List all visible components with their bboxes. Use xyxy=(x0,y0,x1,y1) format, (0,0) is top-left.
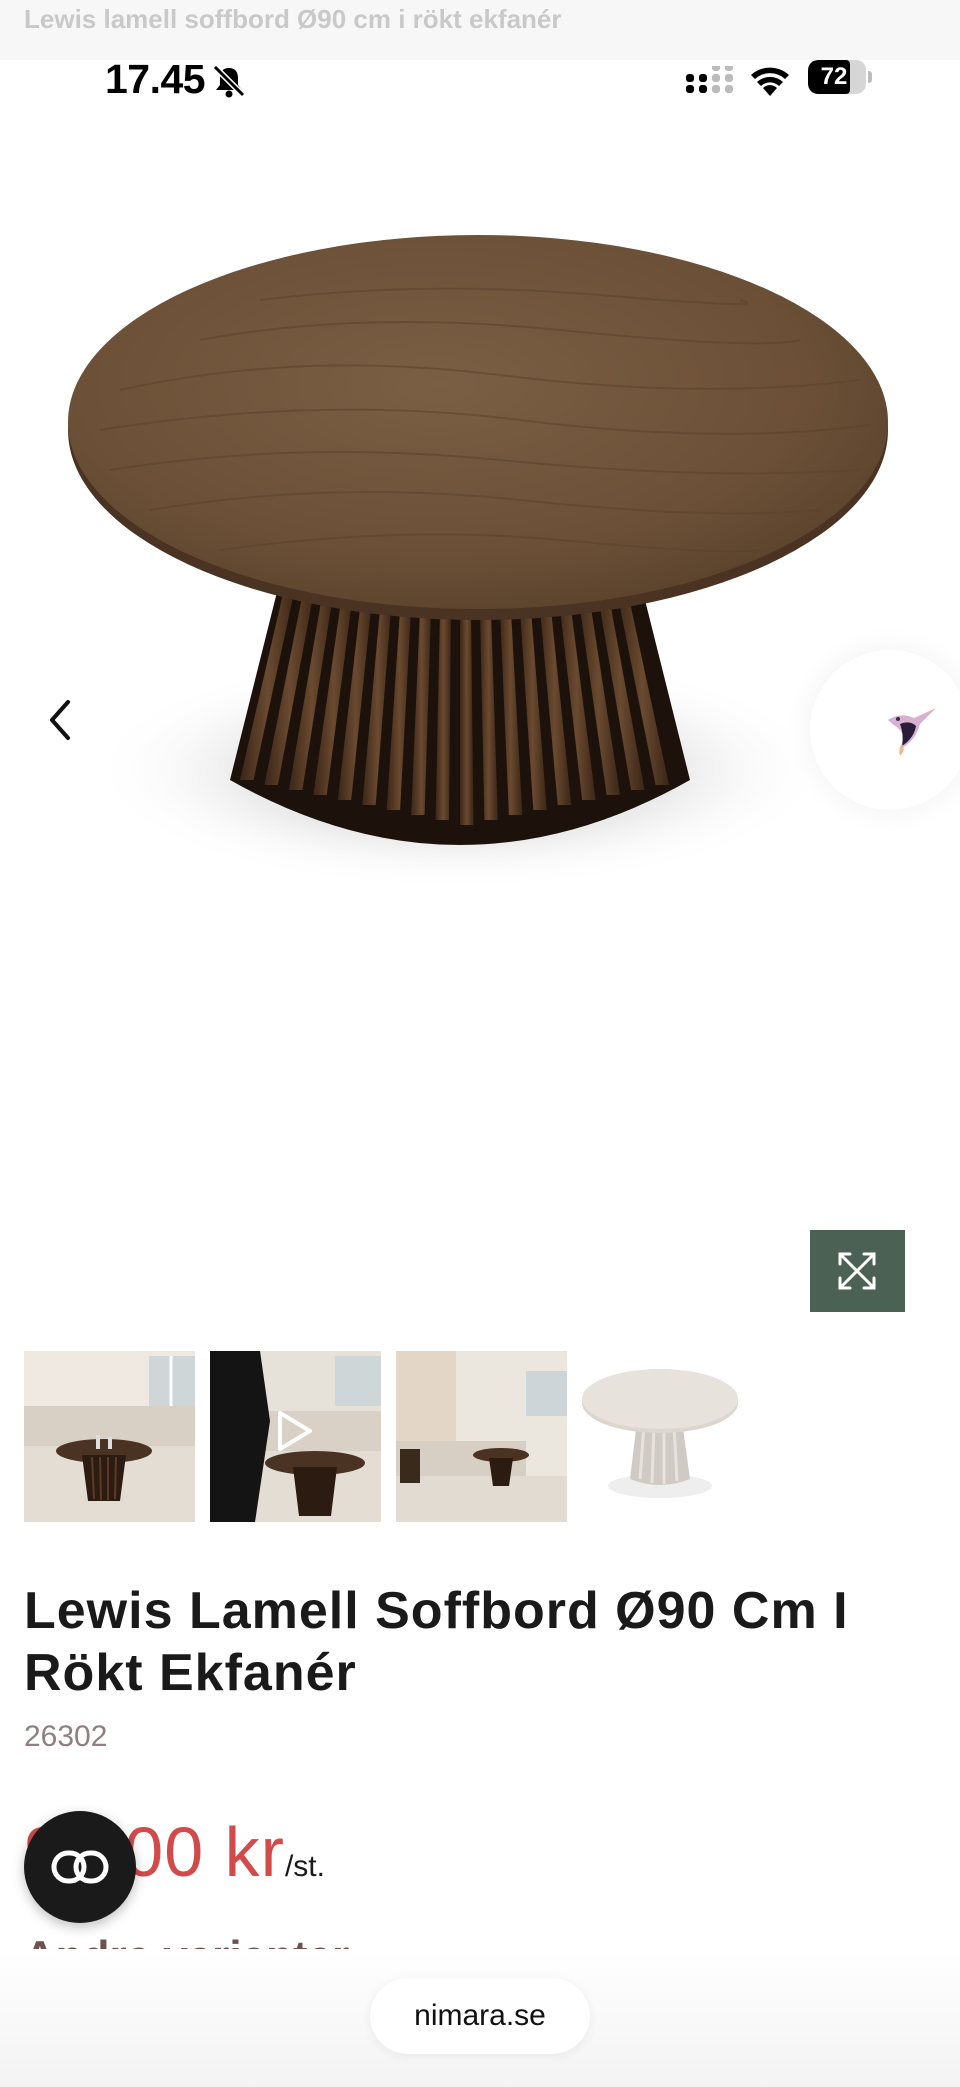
thumbnail-white-variant[interactable] xyxy=(582,1351,753,1522)
chevron-left-icon[interactable] xyxy=(40,690,80,750)
product-main-image[interactable] xyxy=(0,180,960,980)
link-icon xyxy=(51,1850,109,1884)
price-unit: /st. xyxy=(284,1850,325,1883)
hummingbird-icon[interactable] xyxy=(880,700,940,758)
other-variants-heading: Andra varianter xyxy=(24,1925,349,1949)
product-title: Lewis Lamell Soffbord Ø90 Cm I Rökt Ekfa… xyxy=(24,1582,849,1702)
cellular-signal-icon xyxy=(686,66,733,93)
expand-arrows-icon xyxy=(838,1252,876,1290)
browser-title-bar: Lewis lamell soffbord Ø90 cm i rökt ekfa… xyxy=(0,0,960,60)
thumbnail-living-room[interactable] xyxy=(24,1351,195,1522)
thumbnail-living-room-wide[interactable] xyxy=(396,1351,567,1522)
status-time: 17.45 xyxy=(105,56,206,102)
link-button[interactable] xyxy=(24,1811,136,1923)
product-sku: 26302 xyxy=(24,1720,108,1753)
bell-slash-icon xyxy=(212,64,246,98)
wifi-icon xyxy=(751,67,789,96)
thumbnail-video[interactable] xyxy=(210,1351,381,1522)
status-bar: 17.45 72 xyxy=(0,56,960,106)
battery-icon: 72 xyxy=(808,60,872,94)
page-title-bar-text: Lewis lamell soffbord Ø90 cm i rökt ekfa… xyxy=(24,4,562,34)
fullscreen-button[interactable] xyxy=(810,1230,905,1312)
battery-percent: 72 xyxy=(820,63,848,90)
address-bar[interactable]: nimara.se xyxy=(370,1978,590,2054)
